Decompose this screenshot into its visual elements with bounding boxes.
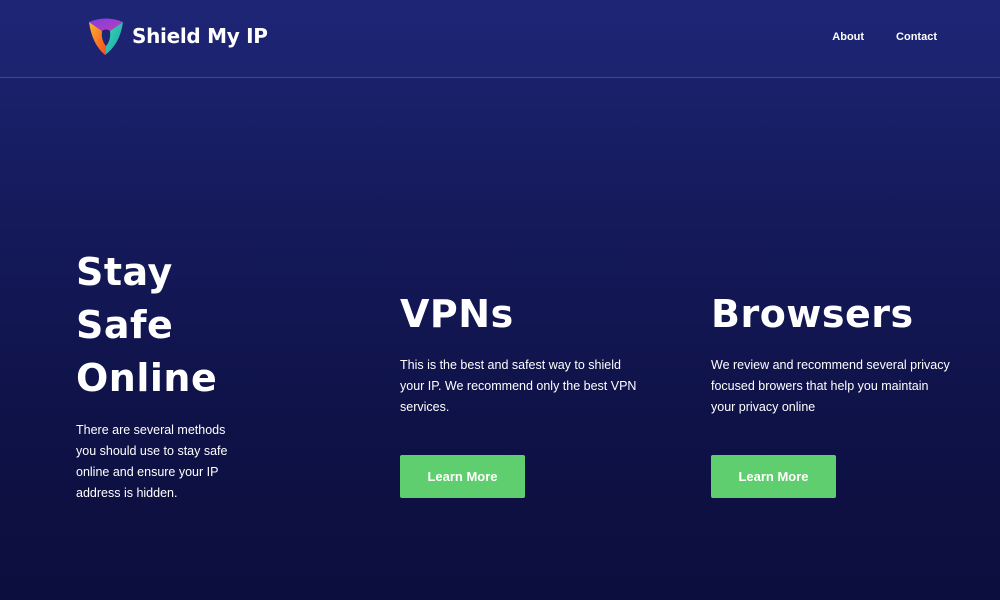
- browsers-card-title: Browsers: [711, 292, 914, 336]
- nav-about-link[interactable]: About: [832, 31, 864, 43]
- hero-title-line: Stay: [76, 250, 173, 294]
- vpn-card-title: VPNs: [400, 292, 514, 336]
- hero-section: Stay Safe Online There are several metho…: [76, 246, 246, 504]
- shield-logo-icon: [89, 18, 123, 55]
- hero-description: There are several methods you should use…: [76, 423, 228, 500]
- browsers-card-description: We review and recommend several privacy …: [711, 358, 950, 414]
- vpn-learn-more-button[interactable]: Learn More: [400, 455, 525, 498]
- brand-logo-link[interactable]: Shield My IP: [86, 16, 268, 56]
- hero-title-line: Online: [76, 356, 218, 400]
- browsers-learn-more-button[interactable]: Learn More: [711, 455, 836, 498]
- nav-contact-link[interactable]: Contact: [896, 31, 937, 43]
- main-nav: About Contact: [832, 31, 937, 43]
- hero-title: Stay Safe Online: [76, 246, 246, 405]
- site-header: Shield My IP About Contact: [0, 0, 1000, 78]
- hero-title-line: Safe: [76, 303, 174, 347]
- browsers-card: Browsers We review and recommend several…: [711, 289, 971, 498]
- vpn-card-description: This is the best and safest way to shiel…: [400, 358, 637, 414]
- vpn-card: VPNs This is the best and safest way to …: [400, 289, 660, 498]
- brand-name: Shield My IP: [132, 24, 268, 48]
